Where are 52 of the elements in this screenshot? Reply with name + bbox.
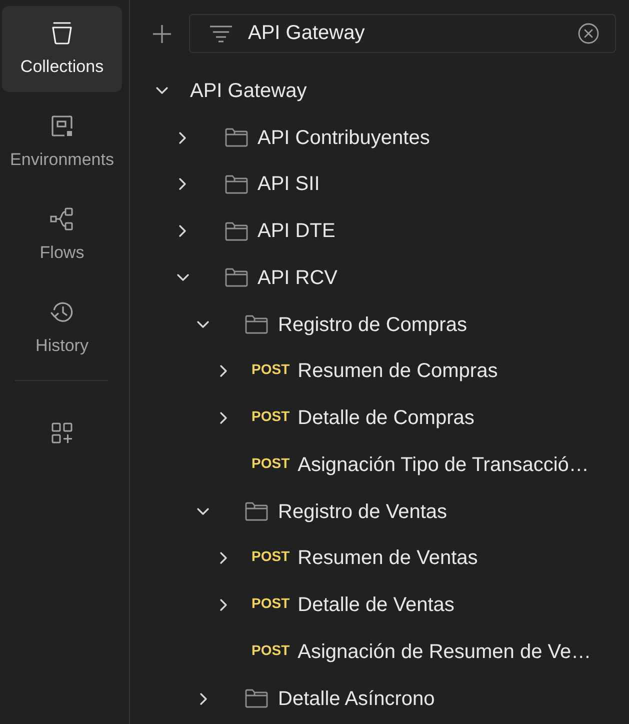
method-label: POST	[252, 640, 290, 659]
chevron-down-icon[interactable]	[156, 87, 168, 94]
method-label: POST	[252, 547, 290, 566]
chevron-down-icon[interactable]	[197, 321, 209, 328]
folder-icon	[245, 689, 268, 708]
folder-icon	[224, 128, 248, 148]
chevron-right-icon[interactable]	[179, 178, 186, 190]
folder-icon	[245, 315, 268, 334]
folder-name[interactable]: API Contribuyentes	[258, 126, 430, 150]
grid-plus-icon[interactable]	[50, 421, 74, 445]
filter-icon[interactable]	[209, 24, 233, 42]
chevron-right-icon[interactable]	[179, 225, 186, 238]
framed-square-icon	[50, 114, 74, 138]
sidebar-tab[interactable]: Flows	[2, 192, 122, 278]
collection-name[interactable]: API Gateway	[190, 78, 307, 103]
method-label: POST	[252, 360, 290, 378]
folder-name[interactable]: Detalle Asíncrono	[278, 686, 435, 711]
request-name[interactable]: Detalle de Compras	[298, 406, 474, 430]
chevron-right-icon[interactable]	[220, 412, 227, 424]
request-name[interactable]: Asignación Tipo de Transacció…	[298, 452, 589, 477]
folder-name[interactable]: Registro de Compras	[278, 312, 467, 337]
history-icon	[50, 300, 74, 324]
node-graph-icon	[50, 207, 74, 231]
chevron-down-icon[interactable]	[197, 508, 209, 516]
folder-icon	[224, 222, 248, 241]
method-label: POST	[252, 594, 290, 612]
search-field[interactable]: API Gateway	[189, 14, 616, 53]
folder-name[interactable]: Registro de Ventas	[278, 500, 447, 524]
bucket-icon	[50, 21, 74, 45]
method-label: POST	[252, 454, 290, 472]
folder-name[interactable]: API RCV	[258, 266, 338, 290]
request-name[interactable]: Asignación de Resumen de Ve…	[298, 640, 592, 664]
folder-name[interactable]: API DTE	[258, 219, 336, 244]
chevron-down-icon[interactable]	[176, 274, 188, 282]
chevron-right-icon[interactable]	[179, 132, 186, 144]
folder-icon	[224, 268, 248, 288]
chevron-right-icon[interactable]	[220, 552, 227, 564]
sidebar-tab[interactable]: Environments	[2, 99, 122, 185]
chevron-right-icon[interactable]	[220, 365, 227, 378]
sidebar-tab[interactable]: Collections	[2, 6, 122, 92]
request-name[interactable]: Resumen de Compras	[298, 359, 498, 384]
chevron-right-icon[interactable]	[220, 599, 227, 612]
folder-icon	[224, 174, 248, 194]
method-label: POST	[252, 407, 290, 426]
chevron-right-icon[interactable]	[200, 692, 206, 705]
folder-name[interactable]: API SII	[258, 172, 320, 196]
folder-icon	[245, 502, 268, 522]
clear-icon[interactable]	[578, 23, 599, 44]
plus-icon[interactable]	[152, 24, 172, 44]
request-name[interactable]: Detalle de Ventas	[298, 593, 454, 618]
sidebar-tab[interactable]: History	[2, 285, 122, 371]
request-name[interactable]: Resumen de Ventas	[298, 546, 478, 570]
